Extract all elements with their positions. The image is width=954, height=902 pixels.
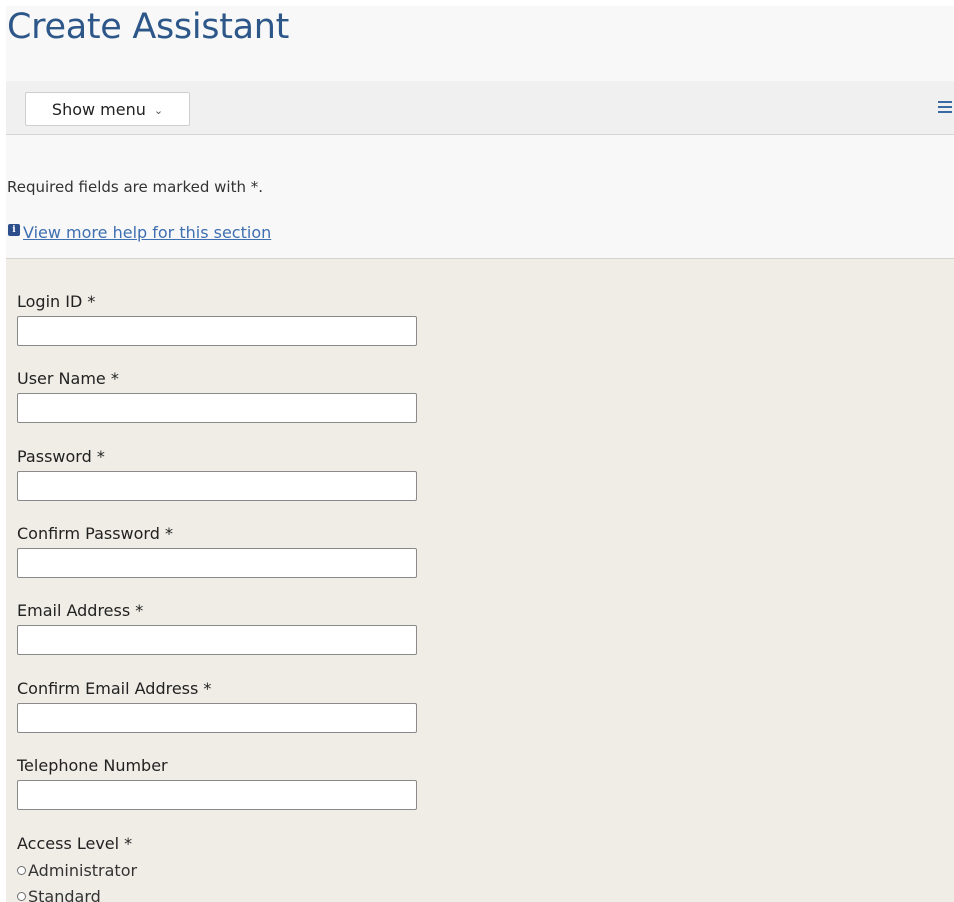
help-row: i View more help for this section [8,222,271,244]
page: Create Assistant Show menu ⌄ Required fi… [6,6,954,902]
radio-label: Standard [28,887,101,902]
access-level-option-standard[interactable]: Standard [17,887,101,902]
telephone-number-label: Telephone Number [17,756,168,775]
radio-button[interactable] [17,866,26,875]
chevron-down-icon: ⌄ [153,103,164,117]
show-menu-button[interactable]: Show menu ⌄ [25,92,190,126]
telephone-number-input[interactable] [17,780,417,810]
password-label: Password * [17,447,105,466]
email-address-input[interactable] [17,625,417,655]
access-level-label: Access Level * [17,834,133,853]
email-address-label: Email Address * [17,601,144,620]
password-input[interactable] [17,471,417,501]
confirm-email-input[interactable] [17,703,417,733]
menu-bar: Show menu ⌄ [6,81,954,135]
user-name-label: User Name * [17,369,119,388]
access-level-option-administrator[interactable]: Administrator [17,861,137,880]
user-name-input[interactable] [17,393,417,423]
login-id-label: Login ID * [17,292,96,311]
radio-button[interactable] [17,892,26,901]
confirm-password-label: Confirm Password * [17,524,173,543]
radio-label: Administrator [28,861,138,880]
create-assistant-form: Login ID * User Name * Password * Confir… [6,258,954,902]
view-help-link[interactable]: View more help for this section [23,222,271,244]
confirm-password-input[interactable] [17,548,417,578]
hamburger-menu-icon[interactable] [938,101,952,113]
page-title: Create Assistant [7,7,290,47]
confirm-email-label: Confirm Email Address * [17,679,212,698]
show-menu-label: Show menu [51,99,146,119]
required-fields-note: Required fields are marked with *. [7,178,264,196]
info-icon: i [8,224,20,236]
login-id-input[interactable] [17,316,417,346]
